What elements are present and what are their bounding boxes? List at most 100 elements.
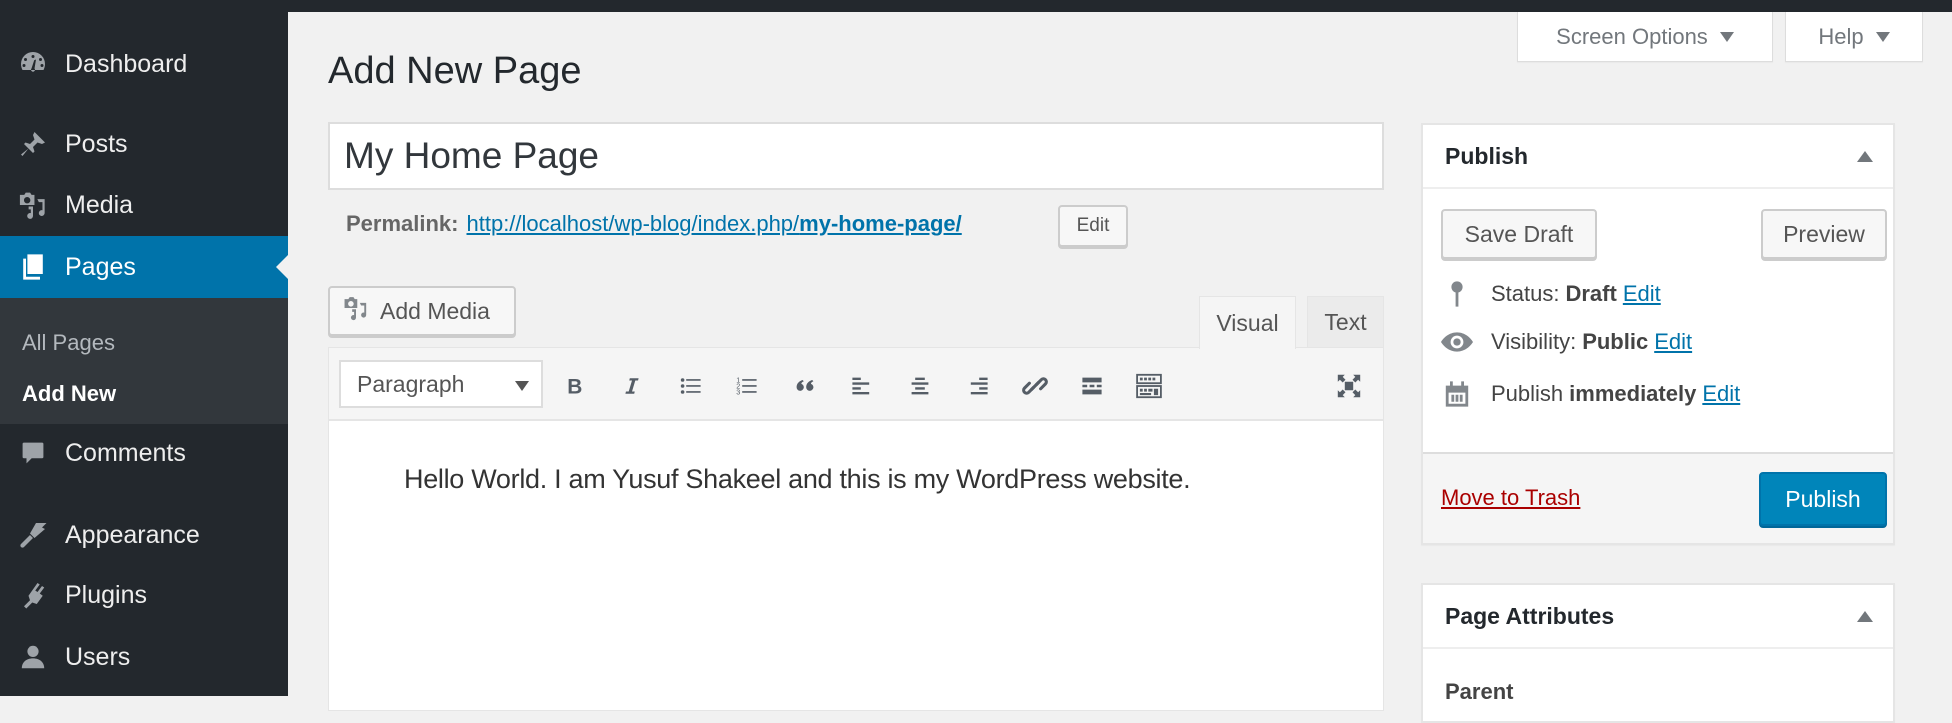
parent-label: Parent	[1445, 679, 1514, 704]
align-right-button[interactable]	[962, 370, 994, 402]
sidebar-item-label: Plugins	[65, 580, 147, 609]
screen-options-label: Screen Options	[1556, 23, 1708, 49]
move-to-trash-link[interactable]: Move to Trash	[1441, 485, 1580, 511]
kitchen-sink-icon	[1136, 373, 1162, 399]
post-title-input[interactable]	[328, 122, 1384, 190]
bulleted-list-button[interactable]	[675, 370, 707, 402]
page-attributes-box: Page Attributes Parent	[1421, 583, 1895, 723]
pushpin-icon	[16, 127, 50, 161]
eye-icon	[1441, 332, 1473, 352]
publish-box-title: Publish	[1445, 142, 1529, 169]
fullscreen-icon	[1337, 374, 1361, 398]
editor-content-text: Hello World. I am Yusuf Shakeel and this…	[404, 464, 1191, 494]
status-label: Status:	[1491, 281, 1560, 306]
insert-link-button[interactable]	[1019, 370, 1051, 402]
bold-icon: B	[567, 376, 582, 398]
post-status: Status: Draft Edit	[1441, 280, 1661, 308]
italic-icon	[625, 378, 639, 394]
submenu-item-add-new[interactable]: Add New	[22, 381, 116, 407]
publish-box-header[interactable]: Publish	[1423, 125, 1893, 189]
calendar-icon	[1441, 379, 1473, 409]
align-center-button[interactable]	[904, 370, 936, 402]
page-title: Add New Page	[328, 50, 582, 92]
sidebar-item-comments[interactable]: Comments	[0, 425, 288, 481]
dashboard-icon	[16, 47, 50, 81]
permalink-edit-button[interactable]: Edit	[1058, 205, 1128, 247]
sidebar-item-posts[interactable]: Posts	[0, 116, 288, 172]
caret-down-icon	[1719, 31, 1734, 42]
permalink-label: Permalink:	[346, 211, 459, 236]
sidebar-item-plugins[interactable]: Plugins	[0, 567, 288, 623]
toolbar-toggle-button[interactable]	[1133, 370, 1165, 402]
submenu-item-all-pages[interactable]: All Pages	[22, 330, 115, 356]
collapse-arrow-icon[interactable]	[1857, 610, 1873, 622]
align-center-icon	[911, 377, 929, 395]
page-attributes-header[interactable]: Page Attributes	[1423, 585, 1893, 649]
add-media-button[interactable]: Add Media	[328, 286, 516, 336]
help-button[interactable]: Help	[1785, 12, 1923, 62]
editor-toolbar: Paragraph B 123	[328, 347, 1384, 421]
sidebar-item-media[interactable]: Media	[0, 177, 288, 233]
italic-button[interactable]	[616, 370, 648, 402]
align-right-icon	[970, 377, 988, 395]
sidebar-item-dashboard[interactable]: Dashboard	[0, 36, 288, 92]
schedule-edit-link[interactable]: Edit	[1702, 381, 1740, 407]
sidebar-item-appearance[interactable]: Appearance	[0, 507, 288, 563]
publish-box: Publish Save Draft Preview Status: Draft…	[1421, 123, 1895, 545]
pages-icon	[16, 250, 50, 284]
sidebar-item-users[interactable]: Users	[0, 629, 288, 685]
visibility-label: Visibility:	[1491, 329, 1577, 354]
page-attributes-title: Page Attributes	[1445, 602, 1615, 629]
read-more-button[interactable]	[1076, 370, 1108, 402]
publish-actions: Move to Trash Publish	[1423, 452, 1893, 543]
pages-submenu: All Pages Add New	[0, 298, 288, 424]
sidebar-item-label: Pages	[65, 252, 136, 281]
sidebar-item-label: Dashboard	[65, 49, 188, 78]
chevron-down-icon	[515, 381, 529, 391]
align-left-icon	[852, 377, 870, 395]
sidebar-item-label: Media	[65, 190, 134, 219]
sidebar-item-label: Comments	[65, 438, 186, 467]
sidebar-item-label: Posts	[65, 129, 128, 158]
media-icon	[342, 295, 370, 327]
link-icon	[1022, 377, 1048, 395]
numbered-list-icon: 123	[736, 375, 757, 396]
schedule-label: Publish	[1491, 381, 1564, 406]
numbered-list-button[interactable]: 123	[731, 370, 763, 402]
fullscreen-button[interactable]	[1333, 370, 1365, 402]
svg-text:3: 3	[736, 387, 740, 396]
svg-text:B: B	[567, 376, 582, 398]
bold-button[interactable]: B	[559, 370, 591, 402]
media-icon	[16, 188, 50, 222]
permalink-slug: my-home-page/	[799, 211, 962, 236]
collapse-arrow-icon[interactable]	[1857, 150, 1873, 162]
publish-button[interactable]: Publish	[1759, 472, 1887, 526]
save-draft-button[interactable]: Save Draft	[1441, 209, 1597, 259]
caret-down-icon	[1875, 31, 1890, 42]
visibility-value: Public	[1582, 329, 1649, 354]
read-more-icon	[1082, 377, 1102, 395]
visibility-edit-link[interactable]: Edit	[1654, 329, 1692, 355]
schedule-value: immediately	[1569, 381, 1697, 406]
plugin-icon	[16, 578, 50, 612]
blockquote-icon	[796, 380, 814, 391]
admin-sidebar: Dashboard Posts Media Pages All Pages Ad…	[0, 12, 288, 696]
tab-text[interactable]: Text	[1307, 296, 1384, 348]
status-value: Draft	[1565, 281, 1617, 306]
align-left-button[interactable]	[846, 370, 878, 402]
permalink: Permalink: http://localhost/wp-blog/inde…	[346, 211, 962, 237]
permalink-link[interactable]: http://localhost/wp-blog/index.php/my-ho…	[467, 211, 962, 237]
tab-visual[interactable]: Visual	[1199, 296, 1296, 349]
format-select-value: Paragraph	[357, 370, 465, 397]
pin-icon	[1441, 280, 1473, 308]
screen-options-button[interactable]: Screen Options	[1517, 12, 1773, 62]
add-media-label: Add Media	[380, 297, 490, 324]
admin-bar	[0, 0, 1952, 12]
format-select[interactable]: Paragraph	[339, 360, 543, 408]
user-icon	[16, 640, 50, 674]
editor-content-area[interactable]: Hello World. I am Yusuf Shakeel and this…	[328, 421, 1384, 711]
status-edit-link[interactable]: Edit	[1623, 281, 1661, 307]
preview-button[interactable]: Preview	[1761, 209, 1887, 259]
sidebar-item-pages[interactable]: Pages	[0, 236, 288, 298]
blockquote-button[interactable]	[789, 370, 821, 402]
